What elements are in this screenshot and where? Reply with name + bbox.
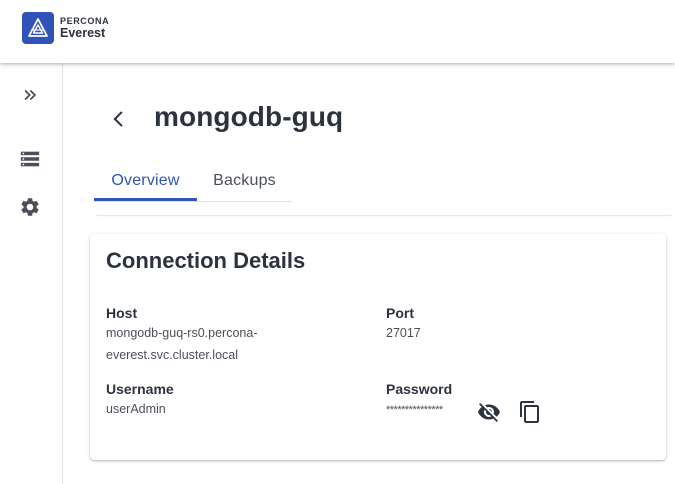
main-content: mongodb-guq Overview Backups Connection … (63, 63, 675, 484)
logo-text-everest: Everest (60, 25, 106, 40)
page-title: mongodb-guq (154, 101, 344, 132)
sidebar-item-settings[interactable] (18, 195, 42, 219)
logo-mark-icon (22, 12, 54, 44)
toggle-password-visibility-button[interactable] (477, 400, 501, 424)
database-list-icon (20, 151, 40, 167)
sidebar-item-databases[interactable] (18, 147, 42, 171)
host-value: mongodb-guq-rs0.percona-everest.svc.clus… (106, 326, 258, 362)
password-label: Password (386, 381, 453, 397)
active-tab-indicator (94, 198, 197, 201)
double-chevron-right-icon (24, 89, 37, 101)
password-value: *************** (386, 404, 443, 416)
copy-icon (520, 401, 539, 423)
logo-text-percona: PERCONA (60, 15, 110, 26)
copy-password-button[interactable] (518, 400, 542, 424)
port-label: Port (386, 305, 414, 321)
sidebar (0, 63, 63, 484)
tab-bar: Overview Backups (94, 161, 292, 202)
percona-everest-logo[interactable]: PERCONA Everest (22, 12, 109, 44)
username-value: userAdmin (106, 402, 166, 416)
expand-sidebar-button[interactable] (18, 83, 42, 107)
port-value: 27017 (386, 326, 421, 340)
host-label: Host (106, 305, 138, 321)
chevron-left-icon (113, 111, 123, 127)
username-label: Username (106, 381, 174, 397)
tab-backups[interactable]: Backups (197, 161, 292, 201)
app-bar: PERCONA Everest (0, 0, 675, 63)
gear-icon (21, 198, 39, 216)
back-button[interactable] (105, 105, 133, 133)
eye-off-icon (478, 403, 500, 422)
connection-details-card: Connection Details Host mongodb-guq-rs0.… (90, 234, 666, 460)
card-title: Connection Details (106, 248, 306, 273)
tab-overview[interactable]: Overview (94, 161, 197, 201)
section-divider (96, 211, 672, 215)
